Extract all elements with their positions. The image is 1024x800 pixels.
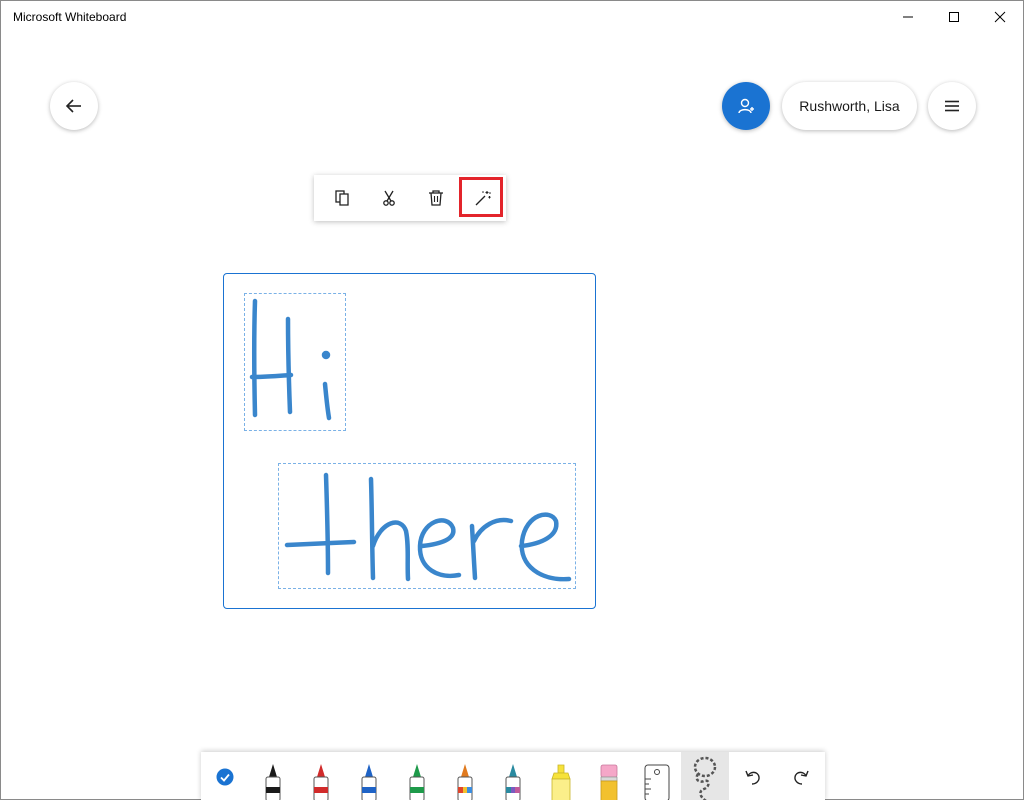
user-name: Rushworth, Lisa <box>799 98 900 114</box>
pen-galaxy-tool[interactable] <box>489 752 537 800</box>
eraser-tool[interactable] <box>585 752 633 800</box>
delete-button[interactable] <box>412 175 459 221</box>
undo-icon <box>745 770 760 785</box>
menu-button[interactable] <box>928 82 976 130</box>
lasso-icon <box>693 756 717 800</box>
close-button[interactable] <box>977 1 1023 33</box>
pen-rainbow-tool[interactable] <box>441 752 489 800</box>
ruler-icon <box>644 764 670 800</box>
pen-icon <box>409 764 425 800</box>
trash-icon <box>428 190 443 206</box>
hamburger-menu-icon <box>945 100 959 112</box>
pen-icon <box>313 764 329 800</box>
copy-button[interactable] <box>318 175 365 221</box>
pen-red-tool[interactable] <box>297 752 345 800</box>
inking-toolbar <box>201 752 825 800</box>
select-tool[interactable] <box>201 752 249 800</box>
back-button[interactable] <box>50 82 98 130</box>
highlighter-tool[interactable] <box>537 752 585 800</box>
pen-black-tool[interactable] <box>249 752 297 800</box>
redo-button[interactable] <box>777 752 825 800</box>
copy-icon <box>334 190 349 206</box>
ruler-tool[interactable] <box>633 752 681 800</box>
pen-blue-tool[interactable] <box>345 752 393 800</box>
user-account-button[interactable]: Rushworth, Lisa <box>782 82 917 130</box>
eraser-icon <box>600 764 618 800</box>
title-bar: Microsoft Whiteboard <box>1 1 1023 33</box>
close-icon <box>994 11 1006 23</box>
highlighter-icon <box>551 764 571 800</box>
pen-icon <box>265 764 281 800</box>
back-arrow-icon <box>65 99 81 113</box>
pen-green-tool[interactable] <box>393 752 441 800</box>
undo-button[interactable] <box>729 752 777 800</box>
minimize-icon <box>903 16 913 18</box>
maximize-button[interactable] <box>931 1 977 33</box>
pen-icon <box>505 764 521 800</box>
scissors-icon <box>382 190 395 206</box>
check-circle-icon <box>216 768 234 785</box>
add-person-icon <box>738 98 754 114</box>
minimize-button[interactable] <box>885 1 931 33</box>
highlight-annotation <box>459 177 503 217</box>
invite-button[interactable] <box>722 82 770 130</box>
window-title: Microsoft Whiteboard <box>13 10 127 24</box>
redo-icon <box>794 770 809 785</box>
ink-word-box[interactable] <box>278 463 576 589</box>
maximize-icon <box>949 12 959 22</box>
pen-icon <box>361 764 377 800</box>
lasso-select-tool[interactable] <box>681 752 729 800</box>
cut-button[interactable] <box>365 175 412 221</box>
ink-word-box[interactable] <box>244 293 346 431</box>
pen-icon <box>457 764 473 800</box>
